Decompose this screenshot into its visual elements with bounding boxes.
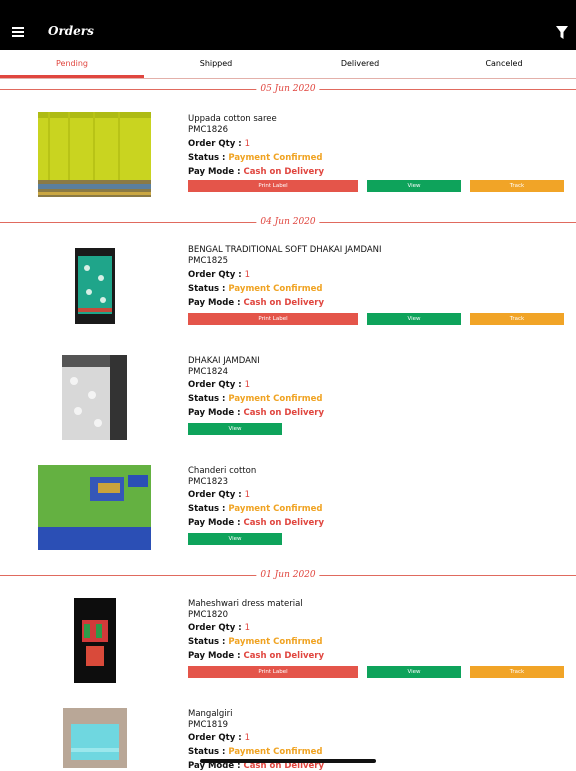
- product-name: BENGAL TRADITIONAL SOFT DHAKAI JAMDANI: [188, 245, 382, 255]
- product-name: Maheshwari dress material: [188, 599, 303, 609]
- status-value: Payment Confirmed: [228, 394, 323, 404]
- pay-mode-value: Cash on Delivery: [243, 651, 325, 661]
- order-qty-value: 1: [244, 623, 250, 633]
- order-qty-value: 1: [244, 733, 250, 743]
- hamburger-menu-icon[interactable]: [12, 27, 24, 37]
- print-label-button[interactable]: Print Label: [188, 313, 358, 325]
- product-image[interactable]: [38, 112, 151, 197]
- date-separator: 04 Jun 2020: [0, 216, 576, 228]
- date-label: 01 Jun 2020: [256, 569, 320, 581]
- view-button[interactable]: View: [188, 533, 282, 545]
- tab-divider: [0, 78, 576, 79]
- product-image[interactable]: [38, 465, 151, 550]
- pay-mode-row: Pay Mode : Cash on Delivery: [188, 408, 325, 418]
- status-row: Status : Payment Confirmed: [188, 637, 323, 647]
- order-code: PMC1826: [188, 125, 229, 135]
- track-button[interactable]: Track: [470, 666, 564, 678]
- order-qty-value: 1: [244, 270, 250, 280]
- tab-canceled[interactable]: Canceled: [432, 50, 576, 78]
- order-code: PMC1819: [188, 720, 229, 730]
- tab-pending[interactable]: Pending: [0, 50, 144, 78]
- order-qty-value: 1: [244, 380, 250, 390]
- view-button[interactable]: View: [367, 666, 461, 678]
- product-name: Mangalgiri: [188, 709, 233, 719]
- print-label-button[interactable]: Print Label: [188, 666, 358, 678]
- order-qty-row: Order Qty : 1: [188, 623, 250, 633]
- page-title: Orders: [48, 24, 94, 38]
- status-value: Payment Confirmed: [228, 747, 323, 757]
- order-qty-value: 1: [244, 490, 250, 500]
- order-qty-row: Order Qty : 1: [188, 490, 250, 500]
- product-image[interactable]: [75, 248, 115, 324]
- pay-mode-row: Pay Mode : Cash on Delivery: [188, 167, 325, 177]
- status-tabs: Pending Shipped Delivered Canceled: [0, 50, 576, 78]
- product-name: Uppada cotton saree: [188, 114, 277, 124]
- track-button[interactable]: Track: [470, 313, 564, 325]
- order-code: PMC1823: [188, 477, 229, 487]
- pay-mode-value: Cash on Delivery: [243, 518, 325, 528]
- status-row: Status : Payment Confirmed: [188, 394, 323, 404]
- pay-mode-row: Pay Mode : Cash on Delivery: [188, 298, 325, 308]
- status-value: Payment Confirmed: [228, 637, 323, 647]
- status-row: Status : Payment Confirmed: [188, 747, 323, 757]
- status-value: Payment Confirmed: [228, 284, 323, 294]
- pay-mode-value: Cash on Delivery: [243, 298, 325, 308]
- pay-mode-value: Cash on Delivery: [243, 167, 325, 177]
- view-button[interactable]: View: [188, 423, 282, 435]
- status-row: Status : Payment Confirmed: [188, 153, 323, 163]
- track-button[interactable]: Track: [470, 180, 564, 192]
- date-separator: 05 Jun 2020: [0, 83, 576, 95]
- product-image[interactable]: [74, 598, 116, 683]
- app-header: Orders: [0, 0, 576, 50]
- pay-mode-row: Pay Mode : Cash on Delivery: [188, 651, 325, 661]
- order-qty-row: Order Qty : 1: [188, 733, 250, 743]
- product-image[interactable]: [63, 708, 127, 768]
- status-row: Status : Payment Confirmed: [188, 504, 323, 514]
- view-button[interactable]: View: [367, 180, 461, 192]
- tab-shipped[interactable]: Shipped: [144, 50, 288, 78]
- product-name: DHAKAI JAMDANI: [188, 356, 260, 366]
- tab-delivered[interactable]: Delivered: [288, 50, 432, 78]
- date-label: 05 Jun 2020: [256, 83, 320, 95]
- filter-icon[interactable]: [556, 26, 568, 39]
- status-row: Status : Payment Confirmed: [188, 284, 323, 294]
- pay-mode-row: Pay Mode : Cash on Delivery: [188, 518, 325, 528]
- view-button[interactable]: View: [367, 313, 461, 325]
- order-code: PMC1824: [188, 367, 229, 377]
- print-label-button[interactable]: Print Label: [188, 180, 358, 192]
- order-qty-row: Order Qty : 1: [188, 139, 250, 149]
- order-code: PMC1820: [188, 610, 229, 620]
- date-separator: 01 Jun 2020: [0, 569, 576, 581]
- product-name: Chanderi cotton: [188, 466, 257, 476]
- product-image[interactable]: [62, 355, 127, 440]
- status-value: Payment Confirmed: [228, 504, 323, 514]
- date-label: 04 Jun 2020: [256, 216, 320, 228]
- order-code: PMC1825: [188, 256, 229, 266]
- pay-mode-value: Cash on Delivery: [243, 408, 325, 418]
- home-indicator: [200, 759, 376, 763]
- status-value: Payment Confirmed: [228, 153, 323, 163]
- order-qty-row: Order Qty : 1: [188, 270, 250, 280]
- order-qty-value: 1: [244, 139, 250, 149]
- order-qty-row: Order Qty : 1: [188, 380, 250, 390]
